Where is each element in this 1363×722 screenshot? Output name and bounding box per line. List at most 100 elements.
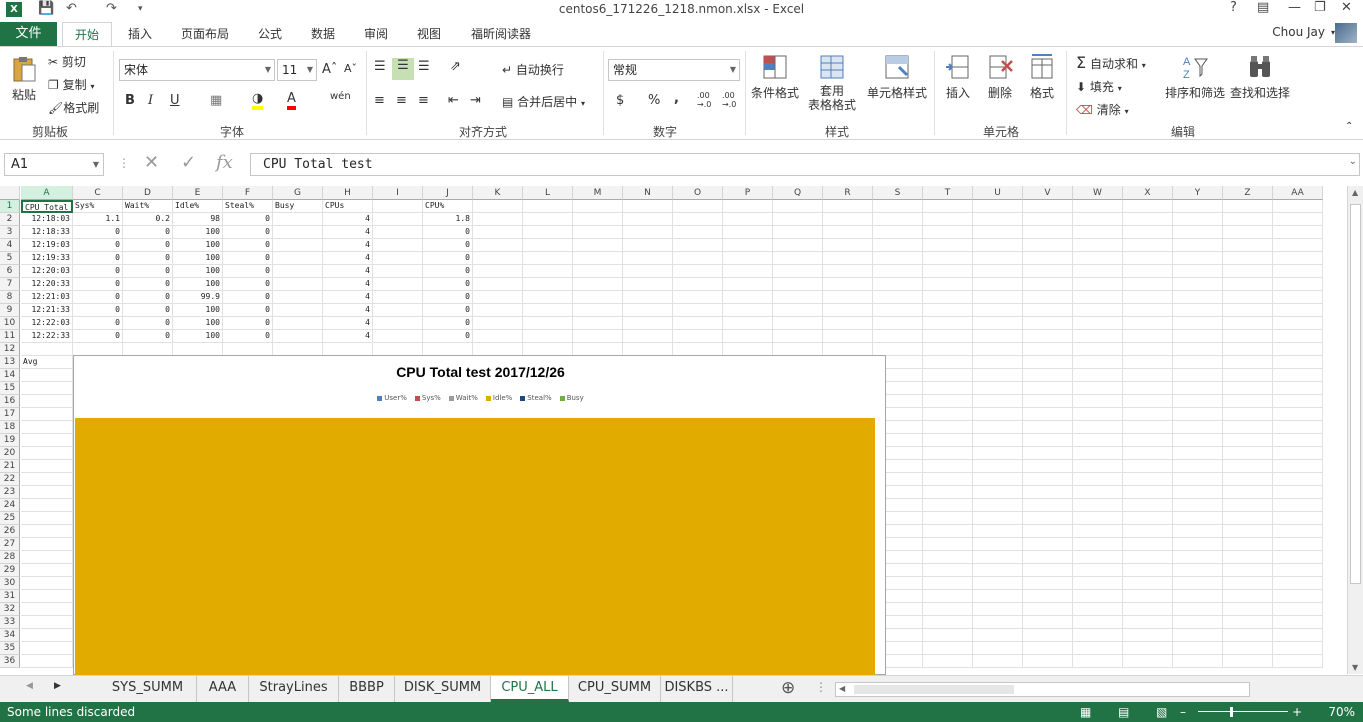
column-header[interactable]: K	[473, 186, 523, 200]
grid-cell[interactable]	[1073, 304, 1123, 317]
grid-cell[interactable]	[523, 317, 573, 330]
grid-cell[interactable]	[1223, 590, 1273, 603]
grid-cell[interactable]	[1073, 356, 1123, 369]
grid-cell[interactable]	[673, 239, 723, 252]
row-header[interactable]: 14	[0, 369, 20, 382]
data-cell[interactable]: 12:21:33	[21, 304, 73, 317]
grid-cell[interactable]	[1223, 265, 1273, 278]
grid-cell[interactable]	[973, 655, 1023, 668]
grid-cell[interactable]	[923, 642, 973, 655]
cancel-icon[interactable]: ✕	[144, 152, 159, 173]
grid-cell[interactable]	[573, 304, 623, 317]
help-icon[interactable]: ?	[1230, 0, 1237, 15]
grid-cell[interactable]	[1273, 473, 1323, 486]
font-shrink-icon[interactable]: Aˇ	[344, 62, 357, 75]
grid-cell[interactable]	[1073, 239, 1123, 252]
cell-styles-button[interactable]: 单元格样式	[866, 53, 928, 101]
data-cell[interactable]: 0	[423, 317, 473, 330]
row-header[interactable]: 27	[0, 538, 20, 551]
grid-cell[interactable]	[1273, 421, 1323, 434]
grid-cell[interactable]	[21, 577, 73, 590]
grid-cell[interactable]	[373, 252, 423, 265]
data-cell[interactable]: 0	[123, 252, 173, 265]
grid-cell[interactable]	[923, 486, 973, 499]
grid-cell[interactable]	[1023, 551, 1073, 564]
grid-cell[interactable]	[623, 278, 673, 291]
grid-cell[interactable]	[923, 226, 973, 239]
grid-cell[interactable]	[1023, 252, 1073, 265]
row-header[interactable]: 6	[0, 265, 20, 278]
data-cell[interactable]: 100	[173, 330, 223, 343]
grid-cell[interactable]	[573, 291, 623, 304]
grid-cell[interactable]	[473, 317, 523, 330]
grid-cell[interactable]	[1223, 499, 1273, 512]
grid-cell[interactable]	[823, 239, 873, 252]
grid-cell[interactable]	[623, 200, 673, 213]
grid-cell[interactable]	[1173, 577, 1223, 590]
grid-cell[interactable]	[1023, 226, 1073, 239]
grid-cell[interactable]	[1123, 603, 1173, 616]
grid-cell[interactable]	[623, 317, 673, 330]
row-header[interactable]: 18	[0, 421, 20, 434]
column-header[interactable]: L	[523, 186, 573, 200]
grid-cell[interactable]	[523, 239, 573, 252]
grid-cell[interactable]	[1223, 577, 1273, 590]
grid-cell[interactable]	[473, 213, 523, 226]
grid-cell[interactable]	[273, 291, 323, 304]
grid-cell[interactable]	[1073, 473, 1123, 486]
column-header[interactable]: O	[673, 186, 723, 200]
grid-cell[interactable]	[1023, 239, 1073, 252]
grid-cell[interactable]	[1073, 226, 1123, 239]
grid-cell[interactable]	[923, 590, 973, 603]
align-bottom-icon[interactable]: ☰	[418, 59, 430, 74]
data-cell[interactable]: Busy	[273, 200, 323, 213]
data-cell[interactable]: 100	[173, 226, 223, 239]
grid-cell[interactable]	[973, 486, 1023, 499]
data-cell[interactable]: 12:22:33	[21, 330, 73, 343]
data-cell[interactable]: 0	[223, 239, 273, 252]
grid-cell[interactable]	[1223, 369, 1273, 382]
grid-cell[interactable]	[1023, 655, 1073, 668]
row-header[interactable]: 11	[0, 330, 20, 343]
grid-cell[interactable]	[1173, 252, 1223, 265]
grid-cell[interactable]	[623, 226, 673, 239]
grid-cell[interactable]	[973, 252, 1023, 265]
column-header[interactable]: P	[723, 186, 773, 200]
grid-cell[interactable]	[1173, 590, 1223, 603]
grid-cell[interactable]	[973, 512, 1023, 525]
row-header[interactable]: 20	[0, 447, 20, 460]
grid-cell[interactable]	[1123, 356, 1173, 369]
phonetic-icon[interactable]: wén	[330, 91, 351, 102]
grid-cell[interactable]	[973, 616, 1023, 629]
indent-increase-icon[interactable]: ⇥	[470, 93, 481, 108]
row-header[interactable]: 33	[0, 616, 20, 629]
grid-cell[interactable]	[273, 252, 323, 265]
grid-cell[interactable]	[973, 408, 1023, 421]
grid-cell[interactable]	[623, 252, 673, 265]
column-header[interactable]: F	[223, 186, 273, 200]
grid-cell[interactable]	[1273, 395, 1323, 408]
minimize-icon[interactable]: —	[1288, 0, 1301, 15]
row-header[interactable]: 7	[0, 278, 20, 291]
grid-cell[interactable]	[1073, 629, 1123, 642]
grid-cell[interactable]	[1273, 538, 1323, 551]
grid-cell[interactable]	[1273, 551, 1323, 564]
grid-cell[interactable]	[573, 200, 623, 213]
grid-cell[interactable]	[1273, 499, 1323, 512]
data-cell[interactable]: 12:19:33	[21, 252, 73, 265]
grid-cell[interactable]	[923, 304, 973, 317]
grid-cell[interactable]	[923, 421, 973, 434]
number-format-select[interactable]: 常规 ▼	[608, 59, 740, 81]
data-cell[interactable]: 0	[73, 265, 123, 278]
grid-cell[interactable]	[1073, 278, 1123, 291]
grid-cell[interactable]	[923, 551, 973, 564]
grid-cell[interactable]	[21, 460, 73, 473]
italic-button[interactable]: I	[148, 93, 153, 108]
grid-cell[interactable]	[273, 330, 323, 343]
tab-formulas[interactable]: 公式	[247, 22, 293, 46]
column-header[interactable]: A	[21, 186, 73, 200]
grid-cell[interactable]	[1123, 343, 1173, 356]
grid-cell[interactable]	[973, 200, 1023, 213]
grid-cell[interactable]	[21, 525, 73, 538]
grid-cell[interactable]	[1023, 590, 1073, 603]
